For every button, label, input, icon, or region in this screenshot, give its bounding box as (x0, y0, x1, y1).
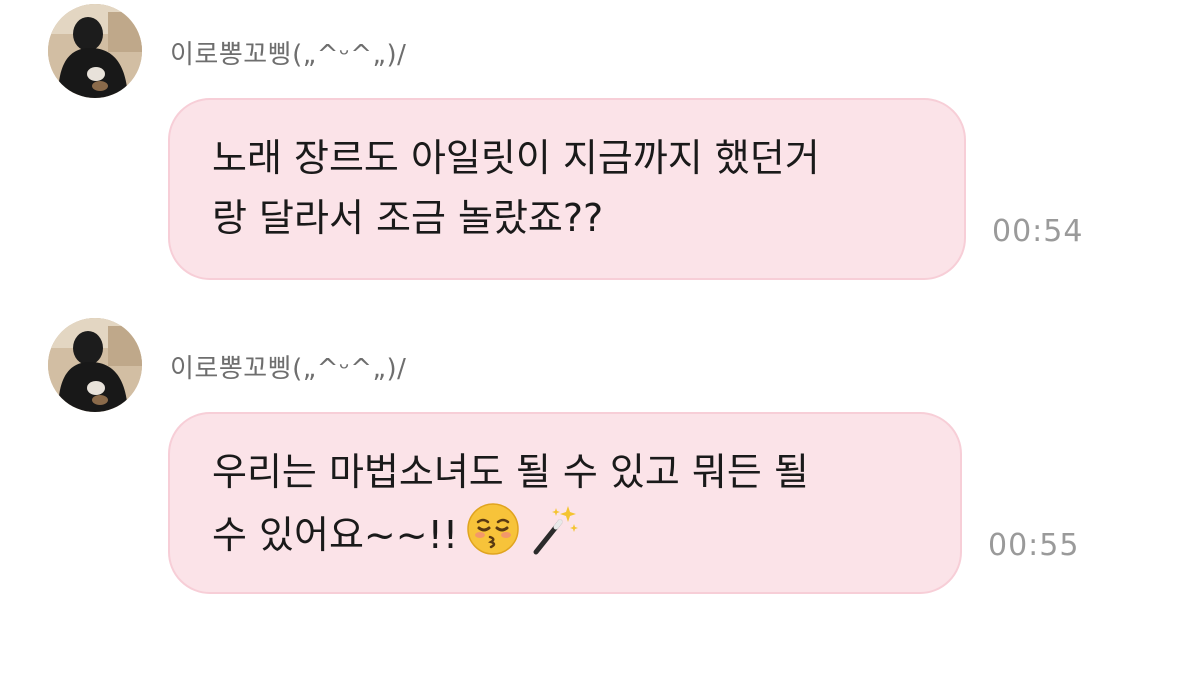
message-bubble[interactable]: 노래 장르도 아일릿이 지금까지 했던거 랑 달라서 조금 놀랐죠?? (168, 98, 966, 280)
message-timestamp: 00:54 (992, 214, 1084, 249)
kissing-face-with-closed-eyes-icon (466, 502, 520, 573)
sender-name: 이로뽕꼬삥(„^ᵕ^„)/ (170, 40, 407, 70)
sender-name: 이로뽕꼬삥(„^ᵕ^„)/ (170, 354, 407, 384)
message-text: 노래 장르도 아일릿이 지금까지 했던거 랑 달라서 조금 놀랐죠?? (212, 136, 820, 240)
avatar[interactable] (48, 318, 142, 412)
magic-wand-icon (530, 502, 580, 573)
profile-photo-icon (48, 318, 142, 412)
avatar[interactable] (48, 4, 142, 98)
message-timestamp: 00:55 (988, 528, 1080, 563)
message-bubble[interactable]: 우리는 마법소녀도 될 수 있고 뭐든 될 수 있어요~~!! (168, 412, 962, 594)
profile-photo-icon (48, 4, 142, 98)
message-text: 우리는 마법소녀도 될 수 있고 뭐든 될 수 있어요~~!! (212, 442, 920, 573)
